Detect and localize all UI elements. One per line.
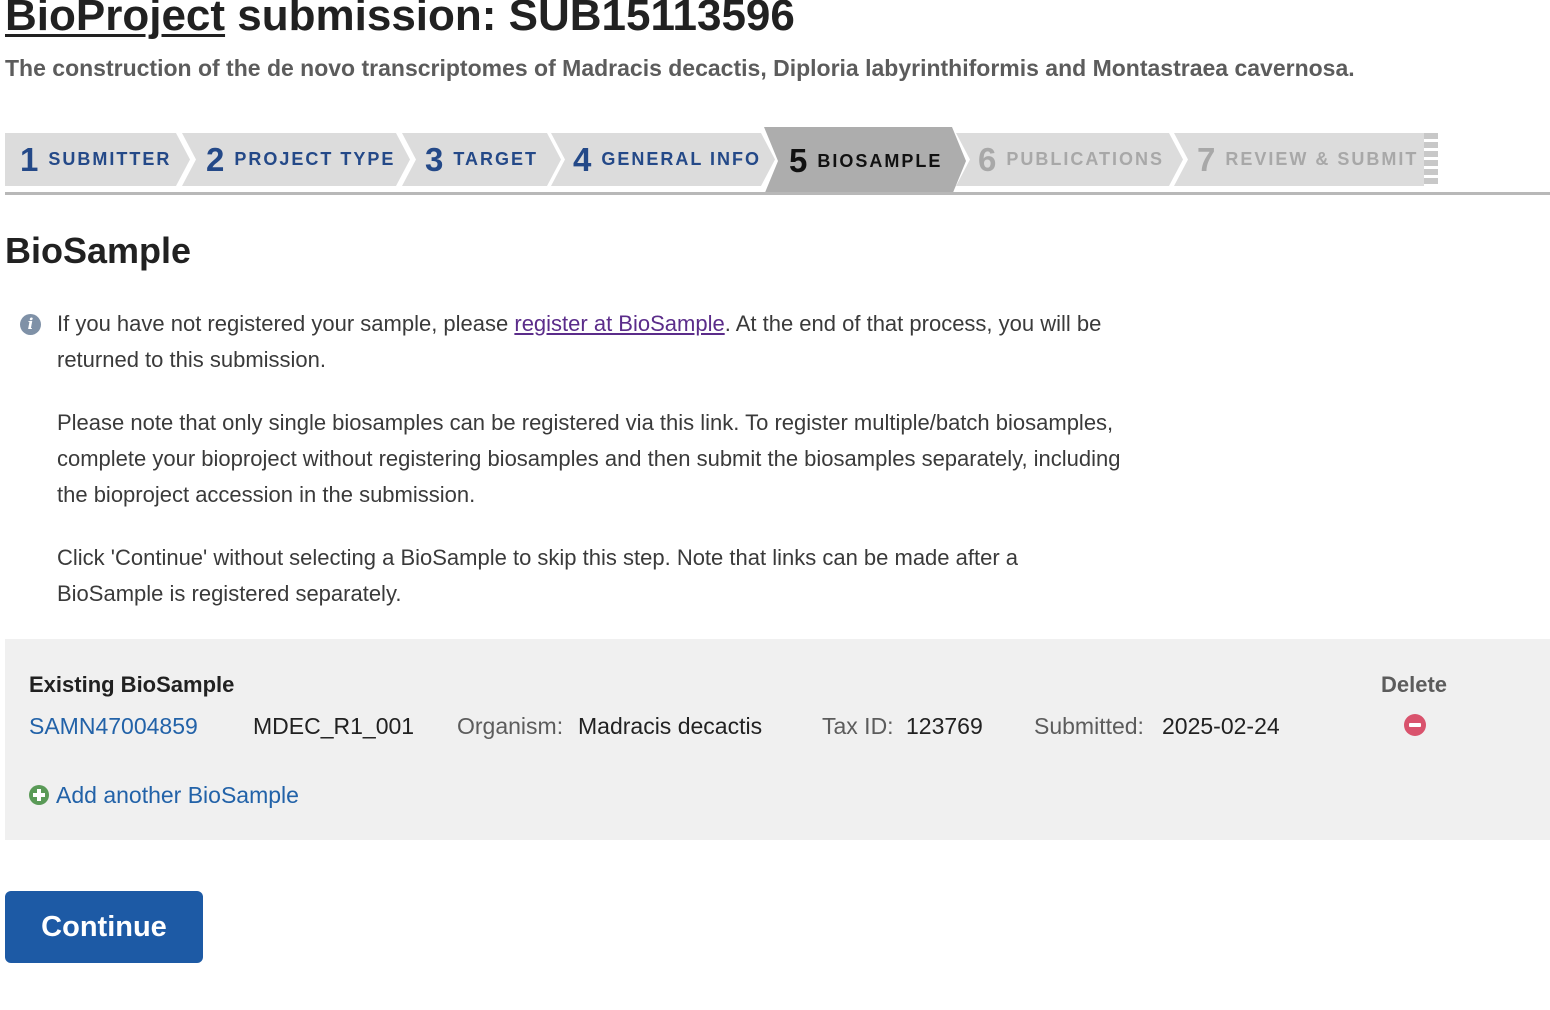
info-paragraph-skip: Click 'Continue' without selecting a Bio… [57,545,1019,606]
step-submitter[interactable]: 1 SUBMITTER [5,133,190,186]
submitted-label: Submitted: [1034,713,1144,739]
stepper-end-decoration [1424,133,1438,186]
step-label: REVIEW & SUBMIT [1225,149,1419,169]
page-title: BioProject submission: SUB15113596 [5,0,795,46]
project-subtitle: The construction of the de novo transcri… [5,55,1355,81]
step-number: 7 [1197,140,1216,178]
add-biosample-row[interactable]: Add another BioSample [29,781,299,809]
step-label: PROJECT TYPE [234,149,396,169]
taxid-label: Tax ID: [822,713,894,739]
step-number: 1 [20,140,39,178]
page-title-text: submission: SUB15113596 [225,0,795,40]
step-label: BIOSAMPLE [817,150,943,171]
step-number: 2 [206,140,225,178]
add-biosample-link[interactable]: Add another BioSample [56,782,299,809]
bioproject-link[interactable]: BioProject [5,0,225,40]
sample-name: MDEC_R1_001 [253,713,415,739]
delete-icon[interactable] [1404,714,1426,736]
step-general-info[interactable]: 4 GENERAL INFO [551,133,775,186]
info-paragraph-register: If you have not registered your sample, … [57,306,1127,378]
delete-header: Delete [1381,672,1448,697]
organism-label: Organism: [457,713,564,739]
wizard-stepper: 1 SUBMITTER 2 PROJECT TYPE 3 TARGET 4 GE… [5,127,1550,197]
step-number: 3 [425,140,444,178]
step-number: 6 [978,140,997,178]
step-number: 4 [573,140,592,178]
register-biosample-link[interactable]: register at BioSample [514,311,724,336]
info-paragraph-batch: Please note that only single biosamples … [57,410,1121,507]
step-label: GENERAL INFO [601,149,762,169]
section-title: BioSample [5,230,192,271]
add-circle-icon[interactable] [29,785,49,805]
step-publications: 6 PUBLICATIONS [956,133,1183,186]
step-label: TARGET [453,149,539,169]
step-label: PUBLICATIONS [1006,149,1165,169]
step-label: SUBMITTER [48,149,172,169]
step-biosample[interactable]: 5 BIOSAMPLE [764,127,966,195]
info-icon: i [20,314,41,335]
submitted-value: 2025-02-24 [1162,713,1280,739]
existing-biosample-header: Existing BioSample [29,672,235,697]
biosample-accession-link[interactable]: SAMN47004859 [29,713,198,739]
stepper-underline [5,192,1550,195]
existing-biosample-panel: Existing BioSample Delete SAMN47004859 M… [5,639,1550,840]
step-target[interactable]: 3 TARGET [402,133,561,186]
step-review-submit: 7 REVIEW & SUBMIT [1174,133,1430,186]
step-number: 5 [789,142,808,179]
info-text-before: If you have not registered your sample, … [57,311,515,336]
organism-value: Madracis decactis [578,713,763,739]
continue-button[interactable]: Continue [5,891,203,963]
taxid-value: 123769 [906,713,983,739]
step-project-type[interactable]: 2 PROJECT TYPE [182,133,410,186]
